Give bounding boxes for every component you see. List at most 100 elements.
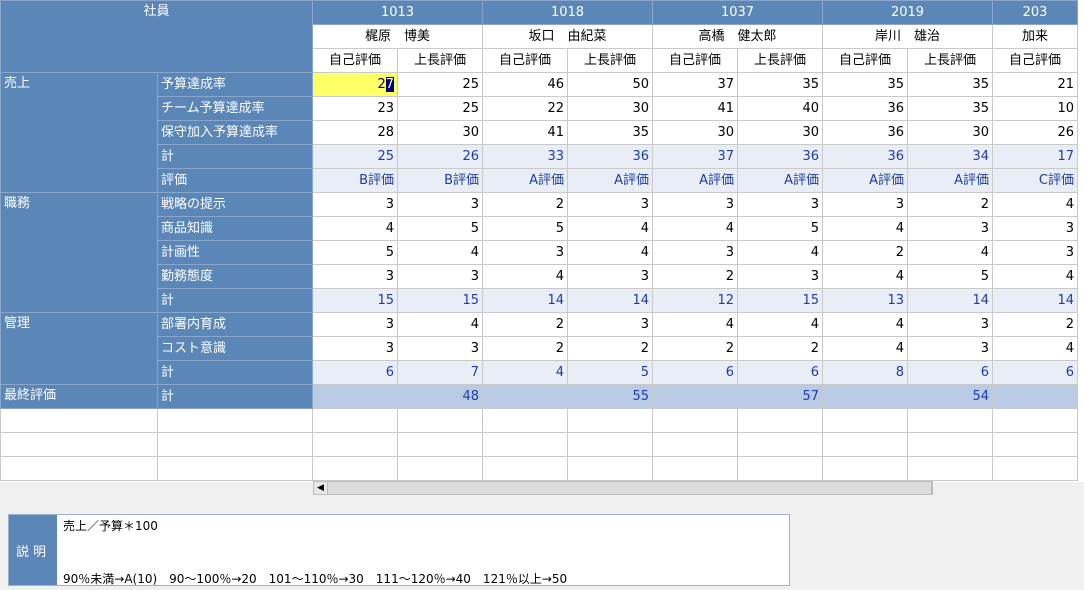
- score-cell[interactable]: 4: [822, 312, 908, 337]
- score-cell[interactable]: 4: [822, 216, 908, 241]
- score-cell[interactable]: 6: [737, 360, 823, 385]
- score-cell[interactable]: 2: [652, 264, 738, 289]
- score-cell[interactable]: 3: [737, 264, 823, 289]
- score-cell[interactable]: 4: [397, 240, 483, 265]
- empty-cell[interactable]: [567, 408, 653, 433]
- score-cell[interactable]: 25: [397, 72, 483, 97]
- empty-cell[interactable]: [822, 456, 908, 481]
- empty-cell[interactable]: [907, 408, 993, 433]
- score-cell[interactable]: 48: [397, 384, 483, 409]
- score-cell[interactable]: 30: [652, 120, 738, 145]
- score-cell[interactable]: 3: [397, 264, 483, 289]
- empty-cell[interactable]: [822, 408, 908, 433]
- score-cell[interactable]: 8: [822, 360, 908, 385]
- score-cell[interactable]: B評価: [397, 168, 483, 193]
- score-cell[interactable]: 57: [737, 384, 823, 409]
- score-cell[interactable]: 33: [482, 144, 568, 169]
- score-cell[interactable]: 23: [312, 96, 398, 121]
- score-cell[interactable]: A評価: [737, 168, 823, 193]
- score-cell[interactable]: 3: [907, 336, 993, 361]
- score-cell[interactable]: 2: [652, 336, 738, 361]
- empty-cell[interactable]: [482, 432, 568, 457]
- scroll-left-icon[interactable]: ◀: [314, 482, 328, 494]
- score-cell[interactable]: 5: [737, 216, 823, 241]
- scroll-thumb[interactable]: [328, 482, 932, 494]
- score-cell[interactable]: 40: [737, 96, 823, 121]
- empty-cell[interactable]: [992, 456, 1078, 481]
- score-cell[interactable]: [482, 384, 568, 409]
- score-cell[interactable]: 4: [567, 216, 653, 241]
- score-cell[interactable]: 12: [652, 288, 738, 313]
- score-cell[interactable]: 4: [397, 312, 483, 337]
- empty-cell[interactable]: [992, 432, 1078, 457]
- score-cell[interactable]: 36: [737, 144, 823, 169]
- score-cell[interactable]: A評価: [482, 168, 568, 193]
- score-cell[interactable]: 35: [907, 96, 993, 121]
- score-cell[interactable]: 3: [397, 336, 483, 361]
- score-cell[interactable]: 4: [907, 240, 993, 265]
- score-cell[interactable]: 35: [907, 72, 993, 97]
- score-cell[interactable]: 4: [822, 264, 908, 289]
- score-cell[interactable]: 30: [737, 120, 823, 145]
- score-cell[interactable]: 2: [992, 312, 1078, 337]
- score-cell[interactable]: 7: [397, 360, 483, 385]
- score-cell[interactable]: 4: [992, 264, 1078, 289]
- score-cell[interactable]: 14: [482, 288, 568, 313]
- empty-cell[interactable]: [822, 432, 908, 457]
- empty-cell[interactable]: [567, 432, 653, 457]
- score-cell[interactable]: 3: [907, 312, 993, 337]
- score-cell[interactable]: 6: [312, 360, 398, 385]
- score-cell[interactable]: 5: [397, 216, 483, 241]
- empty-cell[interactable]: [0, 456, 158, 481]
- empty-cell[interactable]: [992, 408, 1078, 433]
- score-cell[interactable]: 41: [482, 120, 568, 145]
- empty-cell[interactable]: [0, 408, 158, 433]
- score-cell[interactable]: 30: [567, 96, 653, 121]
- score-cell[interactable]: 3: [567, 264, 653, 289]
- empty-cell[interactable]: [397, 456, 483, 481]
- score-cell[interactable]: 26: [992, 120, 1078, 145]
- score-cell[interactable]: 2: [482, 336, 568, 361]
- score-cell[interactable]: 4: [737, 240, 823, 265]
- score-cell[interactable]: 14: [567, 288, 653, 313]
- score-cell[interactable]: 6: [907, 360, 993, 385]
- score-cell[interactable]: 4: [482, 264, 568, 289]
- score-cell[interactable]: 4: [312, 216, 398, 241]
- empty-cell[interactable]: [157, 432, 313, 457]
- score-cell[interactable]: 2: [822, 240, 908, 265]
- score-cell[interactable]: 30: [907, 120, 993, 145]
- horizontal-scrollbar[interactable]: ◀: [313, 481, 933, 495]
- empty-cell[interactable]: [907, 432, 993, 457]
- score-cell[interactable]: 4: [737, 312, 823, 337]
- score-cell[interactable]: 25: [312, 144, 398, 169]
- empty-cell[interactable]: [737, 432, 823, 457]
- empty-cell[interactable]: [482, 408, 568, 433]
- score-cell[interactable]: 3: [312, 264, 398, 289]
- cell-editor[interactable]: 2: [377, 77, 385, 92]
- score-cell[interactable]: 3: [992, 216, 1078, 241]
- score-cell[interactable]: 4: [482, 360, 568, 385]
- score-cell[interactable]: 36: [822, 120, 908, 145]
- empty-cell[interactable]: [652, 408, 738, 433]
- score-cell[interactable]: 3: [822, 192, 908, 217]
- score-cell[interactable]: [652, 384, 738, 409]
- score-cell[interactable]: 13: [822, 288, 908, 313]
- score-cell[interactable]: 15: [312, 288, 398, 313]
- empty-cell[interactable]: [737, 408, 823, 433]
- score-cell[interactable]: 4: [992, 192, 1078, 217]
- score-cell[interactable]: 3: [482, 240, 568, 265]
- score-cell[interactable]: [992, 384, 1078, 409]
- score-cell[interactable]: 35: [737, 72, 823, 97]
- score-cell[interactable]: 3: [652, 192, 738, 217]
- score-cell[interactable]: 36: [822, 144, 908, 169]
- score-cell[interactable]: 15: [737, 288, 823, 313]
- score-cell[interactable]: 22: [482, 96, 568, 121]
- score-cell[interactable]: 26: [397, 144, 483, 169]
- empty-cell[interactable]: [157, 408, 313, 433]
- score-cell[interactable]: 6: [992, 360, 1078, 385]
- score-cell[interactable]: 3: [312, 336, 398, 361]
- score-cell[interactable]: C評価: [992, 168, 1078, 193]
- empty-cell[interactable]: [312, 408, 398, 433]
- score-cell[interactable]: 55: [567, 384, 653, 409]
- score-cell[interactable]: 30: [397, 120, 483, 145]
